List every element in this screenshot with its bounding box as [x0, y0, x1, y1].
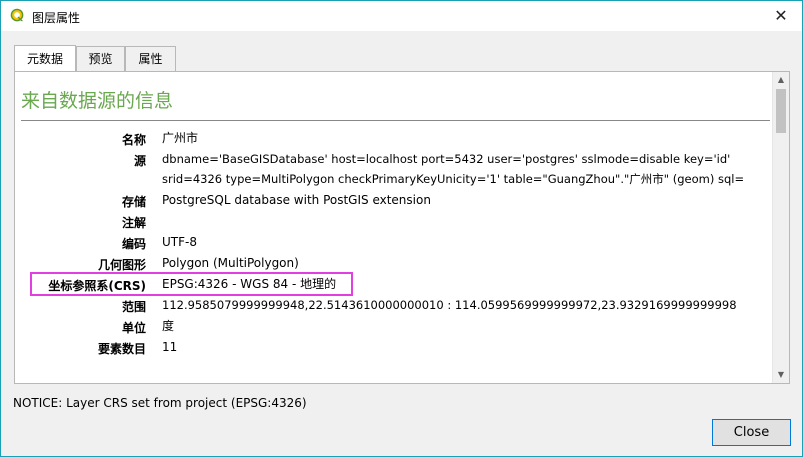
- row-value: Polygon (MultiPolygon): [162, 256, 299, 270]
- row-label: 存储: [121, 195, 146, 209]
- heading-divider: [21, 120, 770, 121]
- row-value: 11: [162, 340, 178, 354]
- row-value-continued: srid=4326 type=MultiPolygon checkPrimary…: [162, 172, 745, 186]
- scroll-down-icon[interactable]: ▼: [773, 367, 789, 383]
- scroll-up-icon[interactable]: ▲: [773, 72, 789, 88]
- row-value: 度: [162, 319, 175, 333]
- close-icon[interactable]: ✕: [770, 5, 792, 27]
- scroll-thumb[interactable]: [776, 89, 786, 133]
- row-value: UTF-8: [162, 235, 197, 249]
- vertical-scrollbar[interactable]: ▲ ▼: [772, 72, 789, 383]
- row-label: 名称: [121, 133, 146, 147]
- row-value: PostgreSQL database with PostGIS extensi…: [162, 193, 431, 207]
- tab-preview[interactable]: 预览: [76, 46, 125, 71]
- status-notice: NOTICE: Layer CRS set from project (EPSG…: [13, 396, 307, 410]
- window-title: 图层属性: [32, 11, 81, 25]
- tab-metadata[interactable]: 元数据: [14, 45, 76, 72]
- row-label: 范围: [121, 300, 146, 314]
- row-value: 广州市: [162, 131, 199, 145]
- qgis-logo-icon: [10, 8, 24, 22]
- layer-properties-dialog: 图层属性 ✕ 元数据 预览 属性 来自数据源的信息 名称 广州市 源 dbnam…: [0, 0, 803, 457]
- title-bar: 图层属性 ✕: [1, 1, 802, 31]
- row-value: dbname='BaseGISDatabase' host=localhost …: [162, 152, 731, 166]
- row-value: 112.9585079999999948,22.5143610000000010…: [162, 298, 737, 312]
- row-label: 单位: [121, 321, 146, 335]
- row-label: 要素数目: [97, 342, 146, 356]
- metadata-heading: 来自数据源的信息: [21, 90, 174, 112]
- row-label: 编码: [121, 237, 146, 251]
- row-label: 注解: [121, 216, 146, 230]
- tab-attributes[interactable]: 属性: [125, 46, 176, 71]
- row-label: 几何图形: [97, 258, 146, 272]
- close-button[interactable]: Close: [712, 419, 791, 446]
- crs-highlight-box: [30, 272, 353, 296]
- metadata-panel: 来自数据源的信息 名称 广州市 源 dbname='BaseGISDatabas…: [14, 71, 790, 384]
- row-label: 源: [133, 154, 146, 168]
